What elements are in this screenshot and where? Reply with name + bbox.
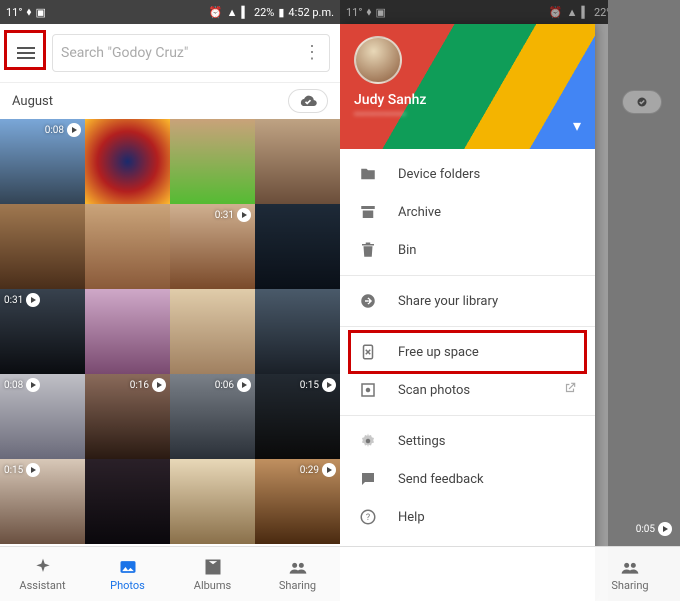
photo-thumb[interactable]: 0:29	[255, 459, 340, 544]
bottom-nav-partial: Sharing	[340, 546, 680, 601]
photo-thumb[interactable]	[85, 119, 170, 204]
play-icon	[67, 123, 81, 137]
photo-thumb[interactable]: 0:06	[170, 374, 255, 459]
menu-send-feedback[interactable]: Send feedback	[340, 460, 595, 498]
play-icon	[322, 378, 336, 392]
photo-thumb[interactable]: 0:31	[0, 289, 85, 374]
photo-thumb[interactable]	[255, 119, 340, 204]
photo-thumb[interactable]	[255, 289, 340, 374]
backup-status-pill[interactable]	[288, 89, 328, 113]
help-icon: ?	[358, 508, 378, 526]
alarm-icon: ⏰	[209, 6, 223, 19]
play-icon	[237, 208, 251, 222]
highlight-hamburger	[4, 30, 46, 70]
search-placeholder: Search "Godoy Cruz"	[61, 45, 188, 61]
albums-icon	[203, 557, 223, 577]
folder-icon	[358, 165, 378, 183]
menu-scan-photos[interactable]: Scan photos	[340, 371, 595, 409]
dropbox-icon: ⬧	[26, 5, 31, 19]
section-header: August	[0, 83, 340, 119]
menu-divider	[340, 275, 595, 276]
search-row: Search "Godoy Cruz" ⋮	[0, 24, 340, 83]
photo-thumb[interactable]	[255, 204, 340, 289]
play-icon	[322, 463, 336, 477]
photo-thumb[interactable]	[170, 119, 255, 204]
drawer-menu: Device folders Archive Bin Share your li…	[340, 149, 595, 542]
photo-thumb[interactable]	[0, 204, 85, 289]
play-icon	[152, 378, 166, 392]
photo-thumb[interactable]	[85, 289, 170, 374]
menu-settings[interactable]: Settings	[340, 422, 595, 460]
photo-thumb[interactable]: 0:15	[0, 459, 85, 544]
scan-icon	[358, 381, 378, 399]
nav-sharing[interactable]: Sharing	[255, 547, 340, 601]
feedback-icon	[358, 470, 378, 488]
app-icon: ▣	[35, 6, 45, 19]
bottom-nav: Assistant Photos Albums Sharing	[0, 546, 340, 601]
drawer-header[interactable]: Judy Sanhz •••••••••••••• ▾	[340, 24, 595, 149]
menu-bin[interactable]: Bin	[340, 231, 595, 269]
search-input[interactable]: Search "Godoy Cruz" ⋮	[52, 34, 330, 72]
photo-grid: 0:08 0:31 0:31 0:08 0:16 0:06 0:15 0:15 …	[0, 119, 340, 544]
assistant-icon	[33, 557, 53, 577]
sharing-icon	[288, 557, 308, 577]
status-bar: 11° ⬧ ▣ ⏰ ▲ ▍ 22% ▮ 4:52 p.m.	[0, 0, 340, 24]
trash-icon	[358, 241, 378, 259]
free-space-icon	[358, 343, 378, 361]
nav-albums[interactable]: Albums	[170, 547, 255, 601]
photo-thumb[interactable]: 0:16	[85, 374, 170, 459]
battery-icon: ▮	[278, 6, 284, 19]
user-email-blurred: ••••••••••••••	[354, 108, 581, 121]
screen-photos-grid: 11° ⬧ ▣ ⏰ ▲ ▍ 22% ▮ 4:52 p.m. Search "Go…	[0, 0, 340, 601]
battery-pct: 22%	[254, 6, 274, 19]
play-icon	[658, 522, 672, 536]
external-link-icon	[563, 381, 577, 399]
photo-thumb[interactable]: 0:31	[170, 204, 255, 289]
user-name: Judy Sanhz	[354, 92, 581, 108]
archive-icon	[358, 203, 378, 221]
photo-thumb[interactable]	[170, 289, 255, 374]
menu-share-library[interactable]: Share your library	[340, 282, 595, 320]
nav-photos[interactable]: Photos	[85, 547, 170, 601]
avatar	[354, 36, 402, 84]
menu-free-up-space[interactable]: Free up space	[340, 333, 595, 371]
menu-help[interactable]: ? Help	[340, 498, 595, 536]
cloud-check-icon	[298, 94, 318, 108]
photo-thumb[interactable]	[85, 204, 170, 289]
photo-thumb[interactable]: 0:08	[0, 374, 85, 459]
gear-icon	[358, 432, 378, 450]
photos-icon	[118, 557, 138, 577]
bg-video-thumb-duration: 0:05	[636, 522, 672, 536]
nav-assistant[interactable]: Assistant	[0, 547, 85, 601]
signal-icon: ▍	[241, 6, 249, 19]
temperature-indicator: 11°	[6, 6, 22, 19]
menu-device-folders[interactable]: Device folders	[340, 155, 595, 193]
navigation-drawer: Judy Sanhz •••••••••••••• ▾ Device folde…	[340, 24, 595, 601]
menu-archive[interactable]: Archive	[340, 193, 595, 231]
play-icon	[26, 378, 40, 392]
photo-thumb[interactable]	[170, 459, 255, 544]
play-icon	[26, 293, 40, 307]
svg-text:?: ?	[366, 513, 370, 523]
nav-sharing[interactable]: Sharing	[594, 557, 666, 592]
section-label: August	[12, 94, 53, 109]
sharing-icon	[620, 557, 640, 577]
photo-thumb[interactable]: 0:08	[0, 119, 85, 204]
clock-text: 4:52 p.m.	[288, 6, 334, 19]
play-icon	[26, 463, 40, 477]
menu-divider	[340, 415, 595, 416]
share-library-icon	[358, 292, 378, 310]
play-icon	[237, 378, 251, 392]
photo-thumb[interactable]: 0:15	[255, 374, 340, 459]
menu-divider	[340, 326, 595, 327]
wifi-icon: ▲	[227, 6, 238, 19]
more-options-icon[interactable]: ⋮	[303, 51, 321, 55]
account-chevron-down-icon[interactable]: ▾	[573, 116, 581, 135]
screen-drawer-open: 11° ⬧ ▣ ⏰ ▲ ▍ 22% ▮ 4:52 p.m. 0:05	[340, 0, 680, 601]
photo-thumb[interactable]	[85, 459, 170, 544]
